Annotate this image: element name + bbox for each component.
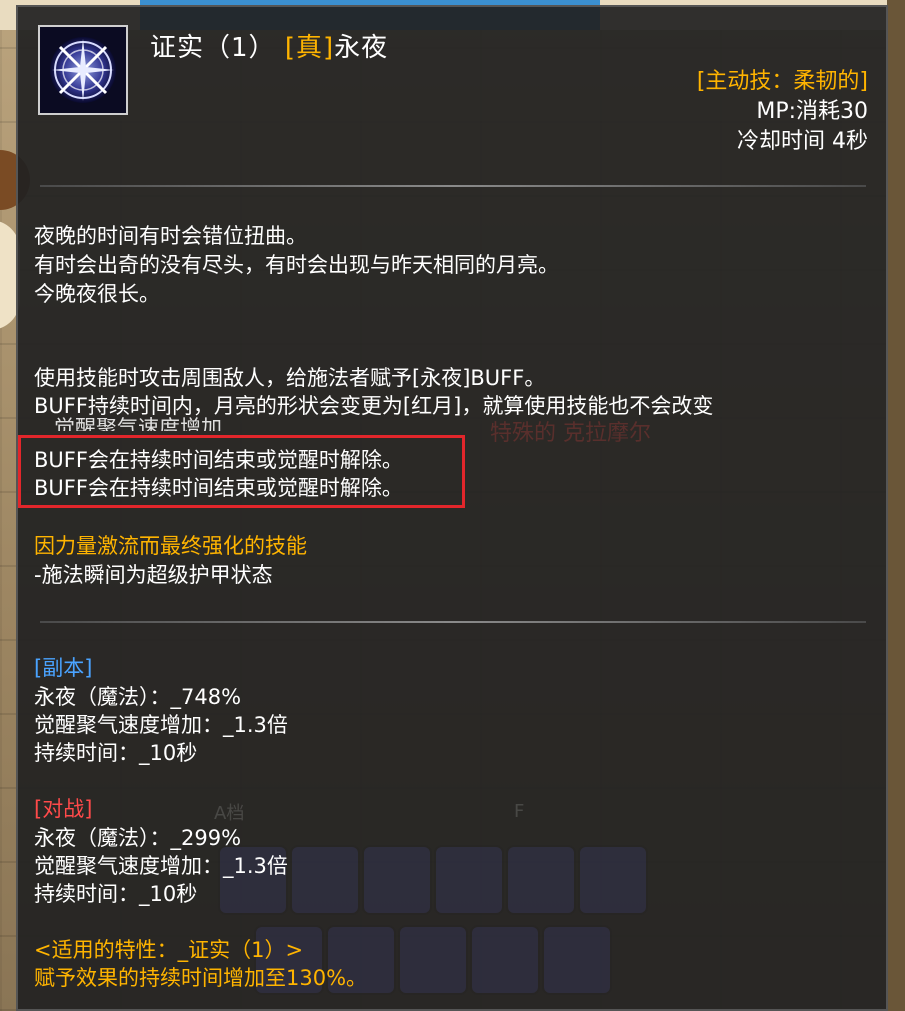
skill-tooltip: 特殊的 克拉摩尔 A档 F 证实（1） [真]永夜 [主动技：柔韧的] MP:消…: [16, 5, 888, 1011]
background-key-f: F: [514, 801, 525, 822]
trait-desc: 赋予效果的持续时间增加至130%。: [34, 966, 368, 990]
mp-cost: MP:消耗30: [756, 99, 868, 124]
pve-stat: 觉醒聚气速度增加：_1.3倍: [34, 713, 288, 737]
lore-line: 有时会出奇的没有尽头，有时会出现与昨天相同的月亮。: [34, 253, 559, 277]
enhance-line: -施法瞬间为超级护甲状态: [34, 563, 273, 587]
hotbar-slot: [290, 845, 360, 915]
pvp-label: [对战]: [34, 797, 93, 821]
skill-title: 证实（1） [真]永夜: [150, 27, 388, 64]
hotbar-slot: [578, 845, 648, 915]
pvp-stat: 持续时间：_10秒: [34, 882, 198, 906]
enhance-title: 因力量激流而最终强化的技能: [34, 534, 307, 558]
effect-line: 使用技能时攻击周围敌人，给施法者赋予[永夜]BUFF。: [34, 366, 546, 390]
pve-stat: 持续时间：_10秒: [34, 741, 198, 765]
hotbar-slot: [434, 845, 504, 915]
skill-title-prefix: 证实（1）: [150, 33, 276, 63]
header-divider: [40, 185, 866, 187]
lore-line: 今晚夜很长。: [34, 282, 160, 306]
background-shortcut-label: A档: [214, 803, 245, 824]
lore-line: 夜晚的时间有时会错位扭曲。: [34, 224, 307, 248]
hotbar-slot: [506, 845, 576, 915]
trait-title: <适用的特性：_证实（1）>: [34, 938, 304, 962]
pve-stat: 永夜（魔法）：_748%: [34, 685, 242, 709]
pvp-stat: 觉醒聚气速度增加：_1.3倍: [34, 854, 288, 878]
scene-right-post: [887, 0, 905, 1011]
crossed-swords-emblem-icon: [38, 25, 128, 115]
hotbar-slot: [398, 925, 468, 995]
hotbar-slot: [470, 925, 540, 995]
hotbar-slot: [542, 925, 612, 995]
skill-title-name: 永夜: [334, 33, 389, 63]
skill-title-tag: [真]: [284, 33, 335, 63]
cooldown: 冷却时间 4秒: [737, 129, 868, 154]
skill-type: [主动技：柔韧的]: [696, 69, 868, 94]
pvp-stat: 永夜（魔法）：_299%: [34, 826, 242, 850]
stats-divider: [40, 621, 866, 623]
effect-line: 觉醒聚气速度增加: [54, 416, 222, 431]
hotbar-slot: [362, 845, 432, 915]
highlighted-line: BUFF会在持续时间结束或觉醒时解除。: [34, 476, 403, 500]
skill-meta: [主动技：柔韧的] MP:消耗30 冷却时间 4秒: [697, 67, 868, 157]
highlighted-line: BUFF会在持续时间结束或觉醒时解除。: [34, 448, 403, 472]
pve-label: [副本]: [34, 656, 93, 680]
